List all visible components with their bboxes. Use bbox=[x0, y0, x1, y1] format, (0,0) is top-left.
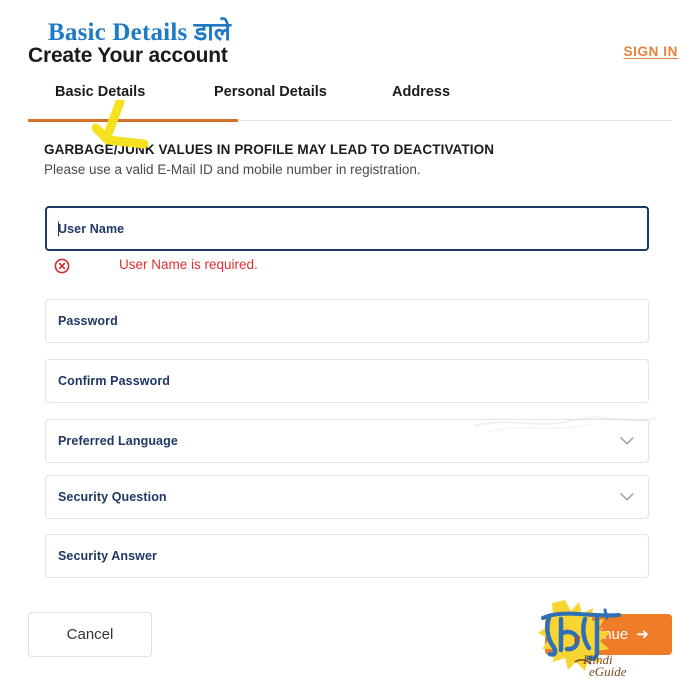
chevron-down-icon bbox=[620, 493, 634, 501]
active-tab-indicator bbox=[28, 119, 238, 122]
password-label: Password bbox=[58, 314, 118, 328]
security-question-label: Security Question bbox=[58, 490, 167, 504]
garbage-values-warning: GARBAGE/JUNK VALUES IN PROFILE MAY LEAD … bbox=[44, 142, 495, 157]
chevron-down-icon bbox=[620, 437, 634, 445]
confirm-password-label: Confirm Password bbox=[58, 374, 171, 388]
signup-page: Basic Details डाले Create Your account S… bbox=[0, 0, 700, 686]
tab-personal-details[interactable]: Personal Details bbox=[214, 84, 327, 100]
tab-bar: Basic Details Personal Details Address bbox=[28, 84, 672, 122]
svg-text:eGuide: eGuide bbox=[589, 664, 627, 678]
tab-address[interactable]: Address bbox=[392, 84, 450, 100]
confirm-password-field[interactable]: Confirm Password bbox=[45, 359, 649, 403]
error-circle-x-icon bbox=[54, 258, 70, 274]
preferred-language-select[interactable]: Preferred Language bbox=[45, 419, 649, 463]
cancel-button[interactable]: Cancel bbox=[28, 612, 152, 657]
arrow-right-icon: ➜ bbox=[636, 626, 649, 643]
sign-in-link[interactable]: SIGN IN bbox=[624, 44, 678, 59]
valid-email-hint: Please use a valid E-Mail ID and mobile … bbox=[44, 162, 421, 177]
preferred-language-label: Preferred Language bbox=[58, 434, 178, 448]
page-title: Create Your account bbox=[28, 44, 228, 67]
username-label: User Name bbox=[58, 221, 125, 236]
hindi-heading: Basic Details डाले bbox=[48, 19, 232, 46]
security-question-select[interactable]: Security Question bbox=[45, 475, 649, 519]
hindi-eguide-brand-text: Hindi eGuide bbox=[574, 652, 627, 678]
username-error-row: User Name is required. bbox=[45, 257, 649, 278]
password-field[interactable]: Password bbox=[45, 299, 649, 343]
continue-button[interactable]: Continue ➜ bbox=[545, 614, 672, 655]
username-field[interactable]: User Name bbox=[45, 206, 649, 251]
security-answer-field[interactable]: Security Answer bbox=[45, 534, 649, 578]
security-answer-label: Security Answer bbox=[58, 549, 157, 563]
tab-basic-details[interactable]: Basic Details bbox=[55, 84, 145, 100]
continue-button-label: Continue bbox=[568, 626, 629, 643]
username-error-message: User Name is required. bbox=[119, 257, 258, 272]
